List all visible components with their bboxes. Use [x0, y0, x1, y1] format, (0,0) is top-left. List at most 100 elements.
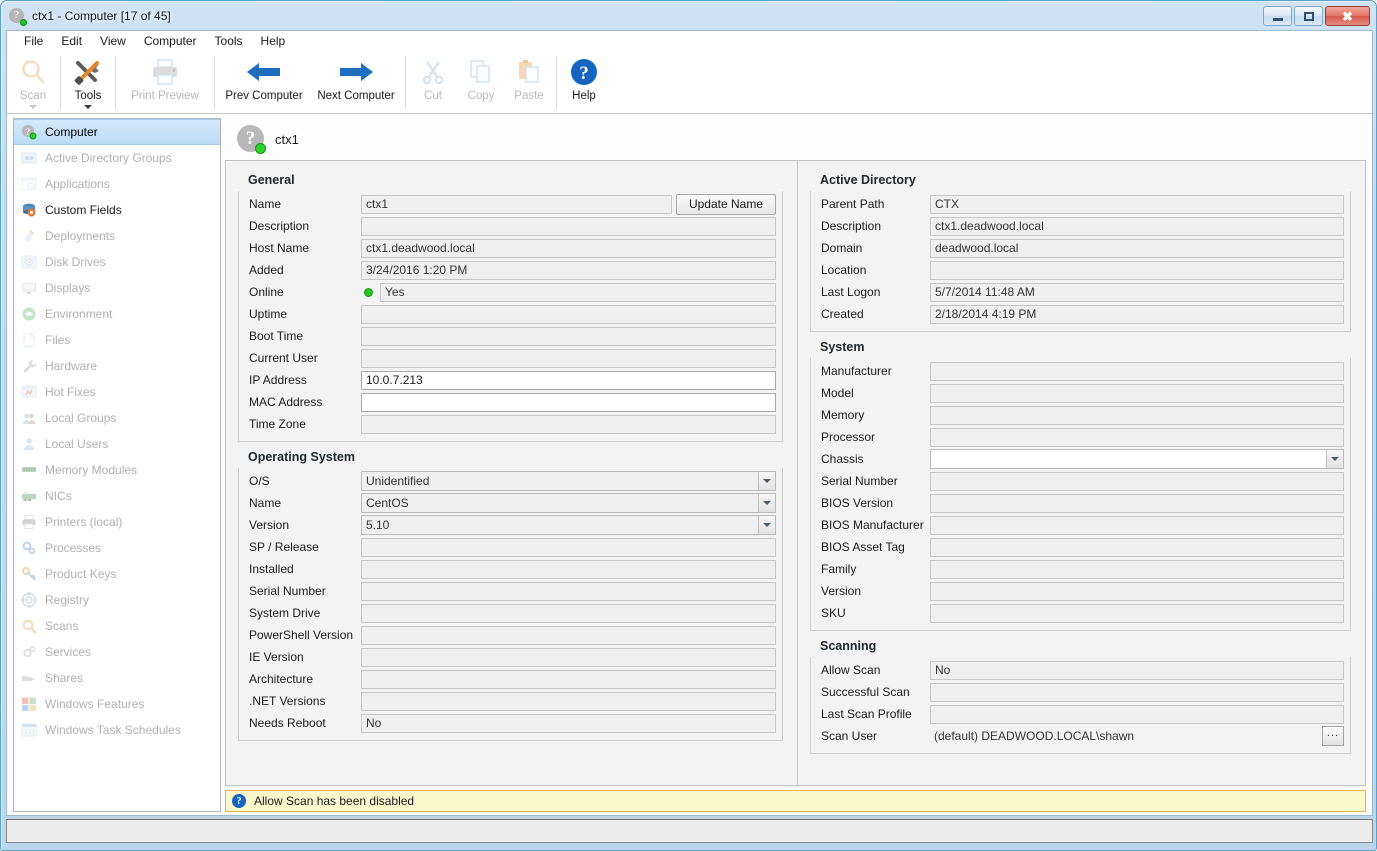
toolbar-help-button[interactable]: ? Help: [560, 52, 608, 113]
field-row-processor: Processor: [817, 426, 1344, 448]
combo-chassis[interactable]: [930, 449, 1344, 469]
combo-o-s[interactable]: Unidentified: [361, 471, 776, 491]
menu-file[interactable]: File: [15, 32, 52, 50]
field-value-processor: [930, 427, 1344, 447]
sidebar-item-memory-modules[interactable]: Memory Modules: [14, 457, 220, 483]
sidebar-item-product-keys[interactable]: Product Keys: [14, 561, 220, 587]
sidebar-item-environment[interactable]: Environment: [14, 301, 220, 327]
menu-help[interactable]: Help: [252, 32, 295, 50]
sidebar-item-registry[interactable]: Registry: [14, 587, 220, 613]
toolbar-cut-button[interactable]: Cut: [409, 52, 457, 113]
field-label-bios-manufacturer: BIOS Manufacturer: [821, 518, 924, 532]
toolbar-paste-button[interactable]: Paste: [505, 52, 553, 113]
field-value-current-user: [361, 348, 776, 368]
toolbar-tools-button[interactable]: Tools: [64, 52, 112, 113]
browse-scan-user-button[interactable]: ...: [1322, 726, 1344, 746]
scissors-icon: [419, 56, 447, 88]
update-name-button[interactable]: Update Name: [676, 193, 776, 215]
sidebar-item-local-groups[interactable]: Local Groups: [14, 405, 220, 431]
toolbar-next-computer-button[interactable]: Next Computer: [310, 52, 402, 113]
field-label-processor: Processor: [821, 430, 876, 444]
sidebar-item-label: Shares: [45, 671, 84, 685]
field-value-successful-scan: [930, 682, 1344, 702]
sidebar-item-label: Applications: [45, 177, 110, 191]
field-row-sp-release: SP / Release: [245, 536, 776, 558]
sidebar-item-nics[interactable]: NICs: [14, 483, 220, 509]
field-row-time-zone: Time Zone: [245, 413, 776, 435]
task-schedule-icon: [21, 722, 37, 738]
deployments-icon: [21, 228, 37, 244]
menu-tools[interactable]: Tools: [206, 32, 252, 50]
field-label-architecture: Architecture: [249, 672, 314, 686]
chevron-down-icon[interactable]: [758, 472, 775, 490]
field-value-version: [930, 581, 1344, 601]
sidebar-item-local-users[interactable]: Local Users: [14, 431, 220, 457]
chevron-down-icon[interactable]: [1326, 450, 1343, 468]
field-label-last-scan-profile: Last Scan Profile: [821, 707, 912, 721]
field-label-description: Description: [821, 219, 882, 233]
menu-view[interactable]: View: [91, 32, 135, 50]
field-label-allow-scan: Allow Scan: [821, 663, 881, 677]
field-row-powershell-version: PowerShell Version: [245, 624, 776, 646]
sidebar-item-label: Registry: [45, 593, 90, 607]
magnifier-icon: [18, 56, 48, 88]
sidebar-item-windows-task-schedules[interactable]: Windows Task Schedules: [14, 717, 220, 743]
sidebar-item-label: Local Groups: [45, 411, 117, 425]
combo-version[interactable]: 5.10: [361, 515, 776, 535]
menu-computer[interactable]: Computer: [135, 32, 206, 50]
sidebar-item-hardware[interactable]: Hardware: [14, 353, 220, 379]
local-groups-icon: [21, 410, 37, 426]
sidebar-item-custom-fields[interactable]: Custom Fields: [14, 197, 220, 223]
field-value-architecture: [361, 669, 776, 689]
sidebar-item-deployments[interactable]: Deployments: [14, 223, 220, 249]
maximize-icon: [1303, 11, 1314, 21]
arrow-right-icon: [335, 56, 377, 88]
field-value-net-versions: [361, 691, 776, 711]
field-row-added: Added 3/24/2016 1:20 PM: [245, 259, 776, 281]
sidebar-item-windows-features[interactable]: Windows Features: [14, 691, 220, 717]
field-row-boot-time: Boot Time: [245, 325, 776, 347]
field-value-boot-time: [361, 326, 776, 346]
sidebar-item-applications[interactable]: Applications: [14, 171, 220, 197]
network-card-icon: [21, 488, 37, 504]
sidebar-item-hot-fixes[interactable]: Hot Fixes: [14, 379, 220, 405]
toolbar-prev-computer-button[interactable]: Prev Computer: [218, 52, 310, 113]
toolbar-scan-button[interactable]: Scan: [9, 52, 57, 113]
active-directory-group: Parent Path CTX Description ctx1.deadwood.l…: [810, 191, 1351, 332]
chevron-down-icon: [29, 104, 37, 109]
toolbar-print-preview-button[interactable]: Print Preview: [119, 52, 211, 113]
field-row-description: Description: [245, 215, 776, 237]
sidebar-item-printers-local[interactable]: Printers (local): [14, 509, 220, 535]
field-value-ip-address[interactable]: 10.0.7.213: [361, 370, 776, 390]
sidebar-item-shares[interactable]: Shares: [14, 665, 220, 691]
field-row-scan-user: Scan User (default) DEADWOOD.LOCAL\shawn.…: [817, 725, 1344, 747]
field-value-mac-address[interactable]: [361, 392, 776, 412]
sidebar-item-processes[interactable]: Processes: [14, 535, 220, 561]
sidebar-item-label: Active Directory Groups: [45, 151, 172, 165]
chevron-down-icon[interactable]: [758, 494, 775, 512]
field-row-architecture: Architecture: [245, 668, 776, 690]
tools-icon: [73, 56, 103, 88]
field-label-location: Location: [821, 263, 867, 277]
sidebar-item-services[interactable]: Services: [14, 639, 220, 665]
client-area: File Edit View Computer Tools Help Scan: [6, 30, 1373, 816]
combo-name[interactable]: CentOS: [361, 493, 776, 513]
chevron-down-icon[interactable]: [758, 516, 775, 534]
sidebar-item-label: Computer: [45, 125, 98, 139]
sidebar-item-displays[interactable]: Displays: [14, 275, 220, 301]
sidebar-item-computer[interactable]: ? Computer: [14, 119, 220, 145]
maximize-button[interactable]: [1294, 6, 1323, 26]
menu-edit[interactable]: Edit: [52, 32, 91, 50]
status-bar: [6, 819, 1373, 843]
status-notice: ? Allow Scan has been disabled: [225, 790, 1366, 812]
close-button[interactable]: ✖: [1325, 6, 1370, 26]
minimize-icon: [1272, 17, 1283, 21]
toolbar-copy-button[interactable]: Copy: [457, 52, 505, 113]
sidebar-item-scans[interactable]: Scans: [14, 613, 220, 639]
sidebar-item-disk-drives[interactable]: Disk Drives: [14, 249, 220, 275]
sidebar-item-files[interactable]: Files: [14, 327, 220, 353]
minimize-button[interactable]: [1263, 6, 1292, 26]
sidebar-item-active-directory-groups[interactable]: Active Directory Groups: [14, 145, 220, 171]
field-row-last-logon: Last Logon 5/7/2014 11:48 AM: [817, 281, 1344, 303]
field-value-last-logon: 5/7/2014 11:48 AM: [930, 282, 1344, 302]
